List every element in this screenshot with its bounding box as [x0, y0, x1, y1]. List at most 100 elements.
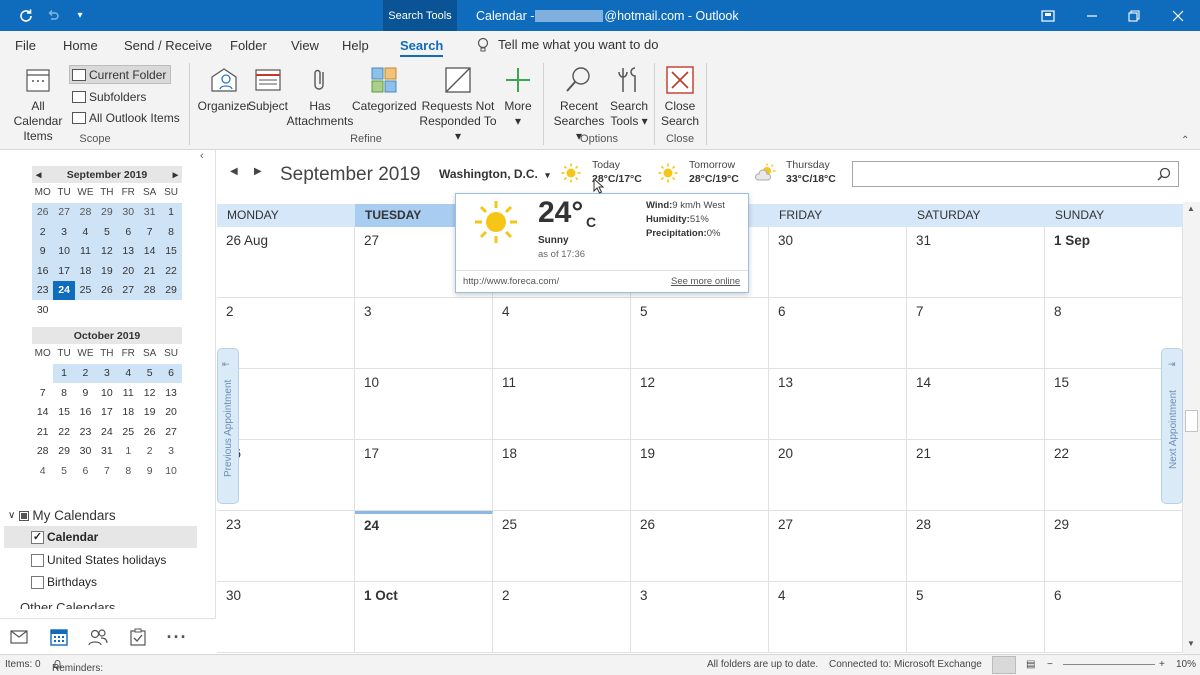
calendar-day-cell-today[interactable]: 24 — [355, 511, 493, 582]
mini-calendar-day[interactable]: 30 — [117, 202, 139, 222]
checkbox[interactable] — [31, 553, 44, 567]
mini-calendar-day[interactable]: 17 — [96, 403, 117, 423]
subject-button[interactable]: Subject — [246, 65, 290, 114]
mini-calendar-day[interactable]: 2 — [139, 442, 160, 462]
calendar-day-cell[interactable]: 25 — [493, 511, 631, 582]
customize-qat-icon[interactable]: ▾ — [70, 0, 90, 31]
mini-calendar-day[interactable]: 6 — [160, 363, 182, 383]
mini-calendar-day[interactable]: 7 — [32, 383, 53, 403]
reading-view-icon[interactable]: ▤ — [1026, 659, 1035, 670]
subfolders-button[interactable]: Subfolders — [72, 87, 146, 106]
calendar-day-cell[interactable]: 29 — [1045, 511, 1183, 582]
mini-calendar-day[interactable]: 27 — [160, 422, 181, 442]
mini-calendar-day[interactable]: 12 — [139, 383, 160, 403]
mini-calendar-day[interactable]: 28 — [74, 202, 97, 222]
weather-thursday[interactable]: Thursday 33°C/18°C — [755, 159, 836, 185]
mini-calendar-day[interactable]: 23 — [32, 280, 54, 300]
mini-calendar-day[interactable]: 28 — [138, 280, 161, 300]
mini-calendar-day[interactable]: 5 — [138, 363, 161, 383]
calendar-day-cell[interactable]: 26 Aug — [217, 227, 355, 298]
mini-calendar-day[interactable]: 31 — [138, 202, 161, 222]
popup-source-link[interactable]: http://www.foreca.com/ — [463, 276, 559, 287]
mini-calendar-day[interactable]: 21 — [32, 422, 53, 442]
mini-calendar-day[interactable]: 19 — [139, 403, 160, 423]
calendar-day-cell[interactable]: 3 — [355, 298, 493, 369]
calendar-day-cell[interactable]: 4 — [769, 582, 907, 653]
mini-calendar-day[interactable]: 10 — [96, 383, 117, 403]
calendar-day-cell[interactable]: 1 Sep — [1045, 227, 1183, 298]
mini-calendar-day[interactable]: 2 — [32, 222, 54, 242]
mini-calendar-day[interactable]: 9 — [139, 461, 160, 481]
my-calendars-header[interactable]: ∨ My Calendars — [8, 508, 116, 523]
calendar-day-cell[interactable]: 17 — [355, 440, 493, 511]
calendar-day-cell[interactable]: 5 — [631, 298, 769, 369]
mini-calendar-day[interactable]: 1 — [160, 202, 182, 222]
calendar-day-cell[interactable]: 12 — [631, 369, 769, 440]
collapse-ribbon-icon[interactable]: ⌃ — [1181, 135, 1189, 146]
calendar-day-cell[interactable]: 5 — [907, 582, 1045, 653]
mini-calendar-day[interactable]: 5 — [96, 222, 118, 242]
mini-calendar-day[interactable]: 8 — [53, 383, 74, 403]
mini-calendar-day[interactable]: 17 — [53, 261, 75, 281]
zoom-out-icon[interactable]: − — [1047, 659, 1053, 670]
mini-calendar-day[interactable]: 15 — [53, 403, 74, 423]
mini-calendar-day[interactable]: 20 — [160, 403, 181, 423]
mini-calendar-day[interactable]: 5 — [53, 461, 74, 481]
ribbon-display-icon[interactable] — [1036, 0, 1060, 31]
tab-home[interactable]: Home — [63, 31, 98, 59]
mini-calendar-day[interactable]: 7 — [138, 222, 161, 242]
calendar-day-cell[interactable]: 19 — [631, 440, 769, 511]
mini-calendar-day[interactable]: 24 — [96, 422, 117, 442]
categorized-button[interactable]: Categorized — [352, 65, 417, 114]
mini-calendar-day[interactable]: 31 — [96, 442, 117, 462]
calendar-day-cell[interactable]: 3 — [631, 582, 769, 653]
mini-calendar-day[interactable]: 3 — [53, 222, 75, 242]
calendar-day-cell[interactable]: 20 — [769, 440, 907, 511]
mini-calendar-day[interactable]: 21 — [138, 261, 161, 281]
mini-calendar-day[interactable]: 27 — [53, 202, 75, 222]
mini-calendar-day[interactable]: 7 — [96, 461, 117, 481]
next-month-arrow-icon[interactable]: ▶ — [254, 166, 262, 177]
scroll-up-icon[interactable]: ▲ — [1187, 204, 1195, 213]
mini-calendar-day[interactable]: 19 — [96, 261, 118, 281]
minimize-icon[interactable] — [1080, 0, 1104, 31]
calendar-day-cell[interactable]: 1 Oct — [355, 582, 493, 653]
mini-calendar-day[interactable]: 20 — [117, 261, 139, 281]
mini-calendar-day[interactable]: 22 — [160, 261, 182, 281]
mini-calendar-day[interactable]: 28 — [32, 442, 53, 462]
normal-view-button[interactable] — [992, 656, 1016, 674]
mini-calendar-day[interactable]: 8 — [118, 461, 139, 481]
mini-calendar-day[interactable]: 25 — [118, 422, 139, 442]
mini-calendar-day[interactable]: 11 — [74, 241, 97, 261]
tasks-icon[interactable] — [126, 625, 150, 649]
mini-calendar-day[interactable]: 22 — [53, 422, 74, 442]
mini-calendar-day[interactable]: 18 — [118, 403, 139, 423]
tab-search[interactable]: Search — [400, 31, 444, 59]
has-attachments-button[interactable]: Has Attachments — [286, 65, 354, 129]
previous-appointment-tab[interactable]: ⇤ Previous Appointment — [217, 348, 239, 504]
calendar-day-cell[interactable]: 21 — [907, 440, 1045, 511]
mini-calendar-day[interactable]: 26 — [96, 280, 118, 300]
mini-calendar-day[interactable]: 25 — [74, 280, 97, 300]
mini-calendar-day[interactable]: 13 — [160, 383, 181, 403]
next-appointment-tab[interactable]: ⇥ Next Appointment — [1161, 348, 1183, 504]
all-outlook-items-button[interactable]: All Outlook Items — [72, 108, 180, 127]
mini-calendar-day[interactable]: 29 — [96, 202, 118, 222]
search-icon[interactable] — [1157, 167, 1171, 181]
mini-calendar-day[interactable]: 10 — [53, 241, 75, 261]
tell-me-box[interactable]: Tell me what you want to do — [476, 31, 658, 59]
tab-file[interactable]: File — [15, 31, 36, 59]
mini-calendar-day[interactable]: 4 — [74, 222, 97, 242]
calendar-day-cell[interactable]: 30 — [217, 582, 355, 653]
mini-calendar-day[interactable]: 26 — [139, 422, 160, 442]
other-calendars-header[interactable]: Other Calendars — [20, 600, 115, 609]
tab-send-receive[interactable]: Send / Receive — [124, 31, 212, 59]
calendar-day-cell[interactable]: 4 — [493, 298, 631, 369]
mini-calendar-day[interactable]: 29 — [53, 442, 74, 462]
calendar-nav-icon[interactable] — [47, 625, 71, 649]
calendar-item-birthdays[interactable]: Birthdays — [31, 572, 97, 592]
weather-location-dropdown[interactable]: Washington, D.C. ▾ — [439, 167, 550, 181]
people-icon[interactable] — [86, 625, 110, 649]
mini-calendar-day[interactable]: 6 — [117, 222, 139, 242]
mini-calendar-day[interactable]: 15 — [160, 241, 182, 261]
